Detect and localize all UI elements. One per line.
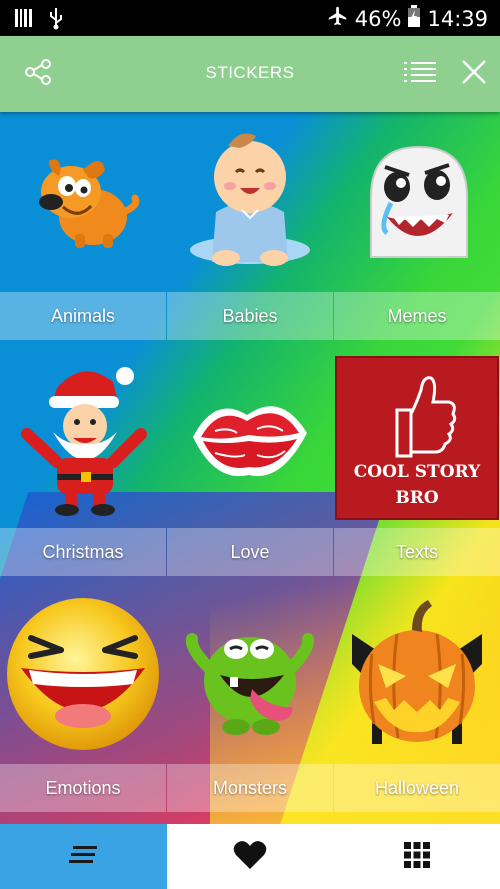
cool-story-bro-icon: COOL STORY BRO	[334, 348, 500, 528]
menu-lines-icon	[69, 845, 98, 868]
category-animals[interactable]: Animals	[0, 112, 166, 348]
cool-story-text: COOL STORY	[353, 462, 481, 482]
grid-icon	[403, 841, 430, 872]
grid-tab[interactable]	[333, 824, 500, 889]
app-bar: STICKERS	[0, 36, 500, 112]
category-label: Christmas	[42, 541, 124, 562]
meme-face-icon	[334, 112, 500, 292]
category-label: Texts	[395, 541, 438, 562]
category-babies[interactable]: Babies	[167, 112, 333, 348]
close-icon	[461, 59, 487, 89]
bro-text: BRO	[395, 488, 439, 508]
category-label: Animals	[50, 305, 116, 326]
status-bar: 46% 14:39	[0, 0, 500, 36]
category-label: Halloween	[374, 777, 460, 798]
battery-percent: 46%	[354, 6, 402, 31]
category-label: Love	[230, 541, 270, 562]
list-icon	[404, 61, 436, 87]
category-grid: Animals Babies Memes Christmas Love COOL…	[0, 112, 500, 824]
category-label: Memes	[387, 305, 447, 326]
favorites-tab[interactable]	[167, 824, 334, 889]
usb-icon	[48, 6, 64, 34]
kiss-lips-icon	[167, 348, 333, 528]
category-emotions[interactable]: Emotions	[0, 584, 166, 820]
santa-icon	[0, 348, 166, 528]
category-halloween[interactable]: Halloween	[334, 584, 500, 820]
pumpkin-icon	[334, 584, 500, 764]
battery-icon	[407, 4, 421, 33]
category-texts[interactable]: COOL STORY BRO Texts	[334, 348, 500, 584]
category-memes[interactable]: Memes	[334, 112, 500, 348]
clock: 14:39	[427, 6, 488, 31]
laughing-face-icon	[0, 584, 166, 764]
category-label: Babies	[222, 305, 278, 326]
list-view-button[interactable]	[400, 56, 440, 92]
heart-icon	[233, 840, 267, 874]
bottom-navigation	[0, 824, 500, 889]
category-love[interactable]: Love	[167, 348, 333, 584]
categories-tab[interactable]	[0, 824, 167, 889]
category-label: Emotions	[45, 777, 121, 798]
airplane-mode-icon	[327, 5, 349, 32]
barcode-icon	[14, 8, 34, 32]
category-monsters[interactable]: Monsters	[167, 584, 333, 820]
category-label: Monsters	[212, 777, 288, 798]
category-christmas[interactable]: Christmas	[0, 348, 166, 584]
green-monster-icon	[167, 584, 333, 764]
baby-icon	[167, 112, 333, 292]
close-button[interactable]	[454, 56, 494, 92]
dog-icon	[0, 112, 166, 292]
